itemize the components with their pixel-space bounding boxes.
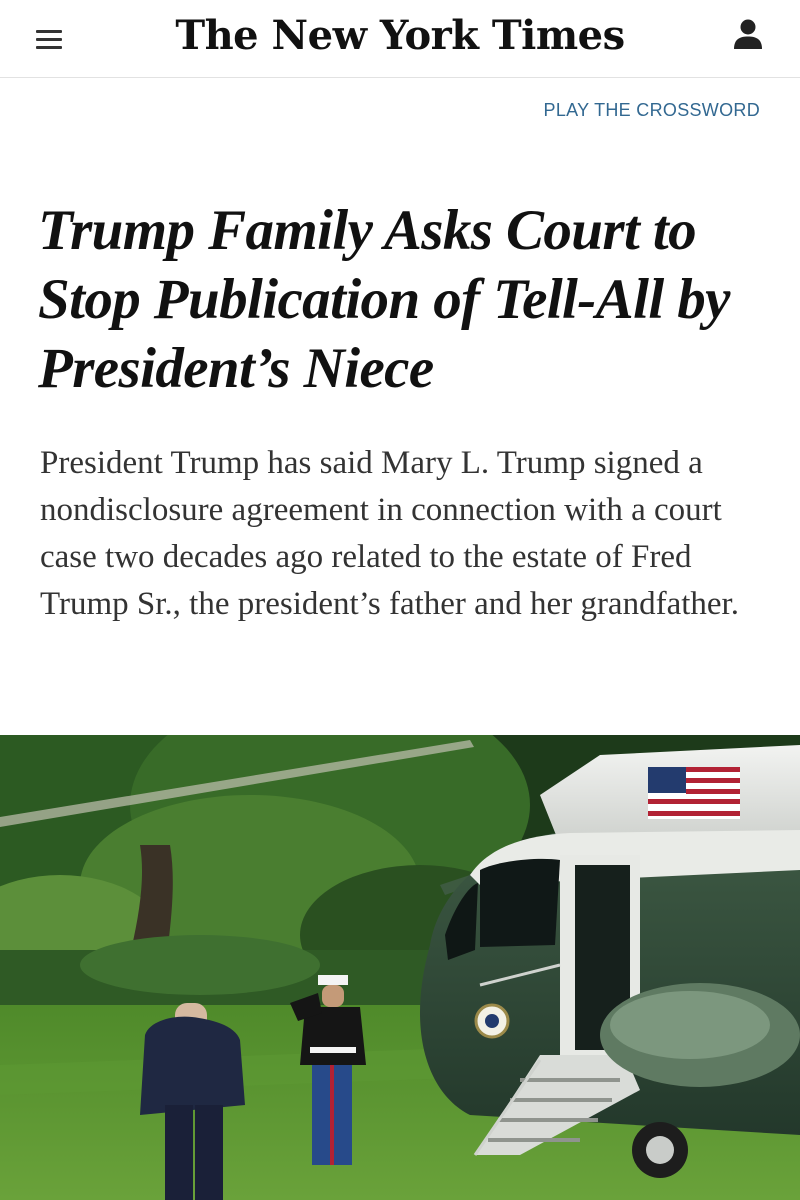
article-summary: President Trump has said Mary L. Trump s… <box>40 445 739 622</box>
article-photo[interactable] <box>0 735 800 1200</box>
nyt-logo[interactable]: The New York Times <box>0 6 800 66</box>
article-headline[interactable]: Trump Family Asks Court to Stop Publicat… <box>38 196 768 403</box>
top-navigation-bar: The New York Times <box>0 0 800 78</box>
person-icon[interactable] <box>730 16 766 52</box>
play-crossword-link[interactable]: PLAY THE CROSSWORD <box>544 100 760 121</box>
